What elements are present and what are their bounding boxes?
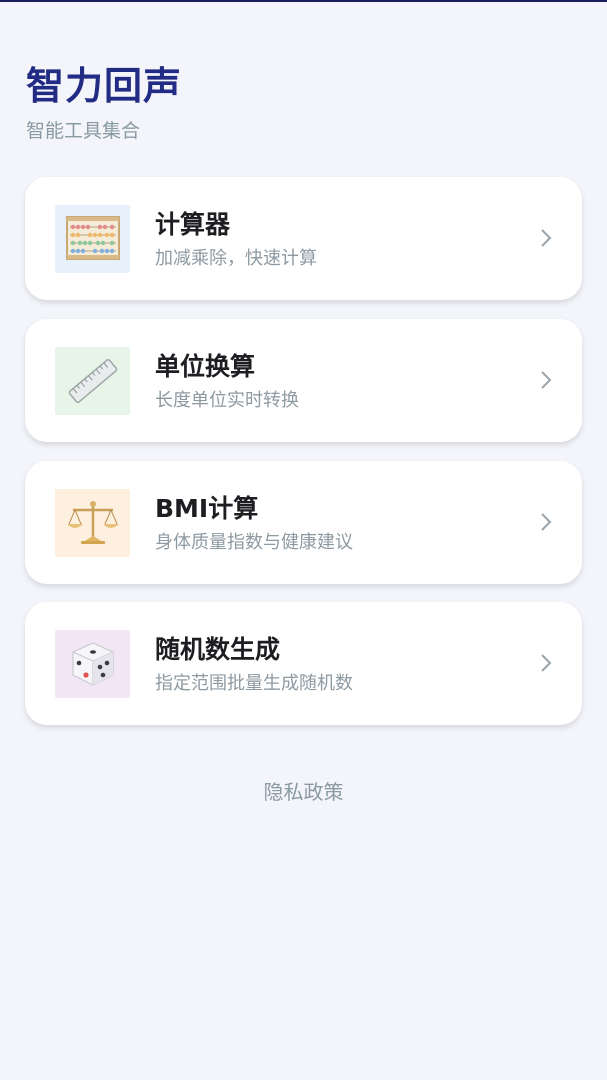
random-number-card[interactable]: 随机数生成 指定范围批量生成随机数 [25, 602, 582, 725]
random-number-description: 指定范围批量生成随机数 [155, 673, 353, 694]
ruler-icon [55, 347, 130, 415]
chevron-right-icon [541, 229, 552, 247]
bmi-card[interactable]: BMI计算 身体质量指数与健康建议 [25, 461, 582, 584]
app-title: 智力回声 [26, 64, 183, 108]
unit-conversion-description: 长度单位实时转换 [155, 390, 299, 411]
calculator-title: 计算器 [155, 210, 231, 239]
chevron-right-icon [541, 654, 552, 672]
app-subtitle: 智能工具集合 [26, 120, 141, 142]
calculator-description: 加减乘除，快速计算 [155, 248, 317, 269]
bmi-description: 身体质量指数与健康建议 [155, 532, 353, 553]
unit-conversion-card[interactable]: 单位换算 长度单位实时转换 [25, 319, 582, 442]
unit-conversion-title: 单位换算 [155, 352, 256, 381]
bmi-title: BMI计算 [155, 494, 259, 523]
random-number-title: 随机数生成 [155, 635, 281, 664]
privacy-policy-link[interactable]: 隐私政策 [0, 778, 607, 806]
calculator-card[interactable]: 计算器 加减乘除，快速计算 [25, 177, 582, 300]
dice-icon [55, 630, 130, 698]
status-bar-line [0, 0, 607, 2]
abacus-icon [55, 205, 130, 273]
chevron-right-icon [541, 513, 552, 531]
scale-balance-icon [55, 489, 130, 557]
chevron-right-icon [541, 371, 552, 389]
